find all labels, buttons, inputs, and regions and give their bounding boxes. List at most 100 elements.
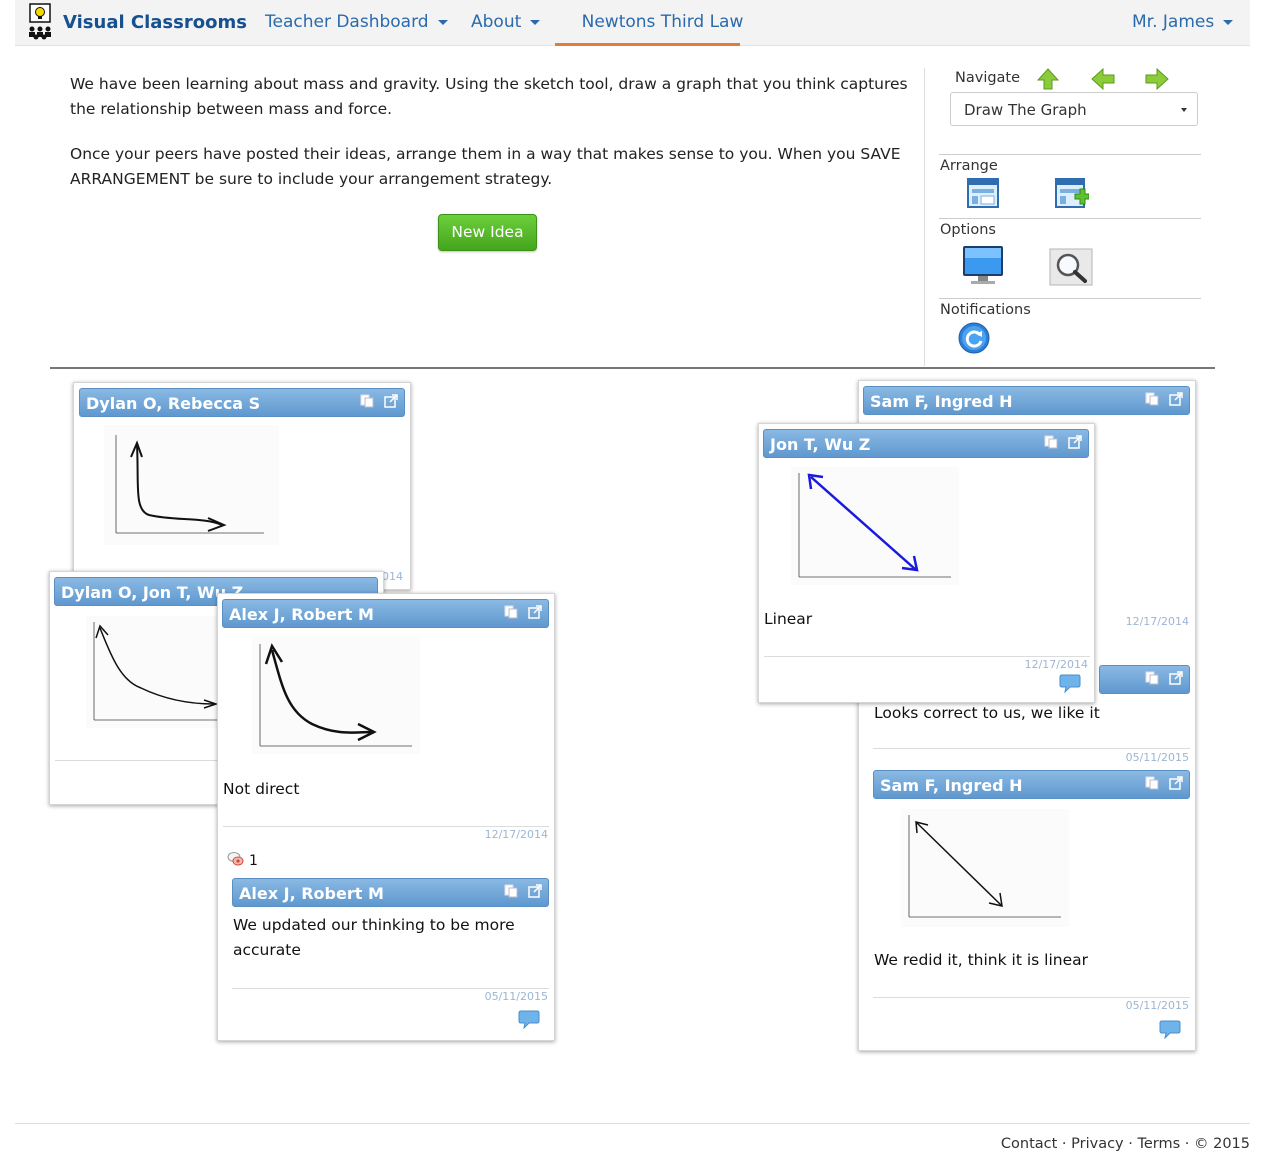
- speech-bubble-icon[interactable]: [1159, 1019, 1181, 1039]
- card-header-icons: [360, 394, 398, 408]
- card-separator: [223, 826, 549, 827]
- card-date: 12/17/2014: [1125, 615, 1189, 628]
- open-external-icon[interactable]: [1169, 392, 1183, 406]
- copy-icon[interactable]: [1145, 671, 1159, 685]
- card-separator: [232, 988, 549, 989]
- reply-header[interactable]: [1099, 665, 1190, 694]
- card-header[interactable]: Alex J, Robert M: [222, 599, 549, 628]
- card-header[interactable]: Sam F, Ingred H: [863, 386, 1190, 415]
- open-external-icon[interactable]: [384, 394, 398, 408]
- reply-header[interactable]: Sam F, Ingred H: [873, 770, 1190, 799]
- divider: [939, 218, 1201, 219]
- user-menu[interactable]: Mr. James: [1132, 0, 1234, 45]
- open-external-icon[interactable]: [528, 884, 542, 898]
- card-header-icons: [1044, 435, 1082, 449]
- copy-icon[interactable]: [1145, 392, 1159, 406]
- monitor-icon[interactable]: [961, 244, 1005, 286]
- caret-down-icon: [1223, 19, 1234, 25]
- divider: [939, 298, 1201, 299]
- nav-active-label: Newtons Third Law: [581, 12, 744, 32]
- sketch-graph: [104, 425, 279, 545]
- copy-icon[interactable]: [504, 884, 518, 898]
- reply-header-icons: [504, 884, 542, 898]
- instruction-paragraph-1: We have been learning about mass and gra…: [70, 75, 908, 118]
- open-external-icon[interactable]: [528, 605, 542, 619]
- instructions: We have been learning about mass and gra…: [70, 72, 910, 212]
- arrow-up-icon[interactable]: [1037, 68, 1059, 90]
- reply-header-icons: [1145, 671, 1183, 685]
- reply-date: 05/11/2015: [1125, 999, 1189, 1012]
- sketch-graph: [791, 467, 959, 585]
- reply-date: 05/11/2015: [484, 990, 548, 1003]
- notifications-label: Notifications: [940, 302, 1031, 318]
- arrange-layout-icon[interactable]: [967, 178, 999, 208]
- arrange-label: Arrange: [940, 158, 998, 174]
- footer-divider: [15, 1123, 1250, 1124]
- copy-icon[interactable]: [1145, 776, 1159, 790]
- instruction-paragraph-2: Once your peers have posted their ideas,…: [70, 145, 901, 188]
- card-title: Dylan O, Jon T, Wu Z: [61, 583, 244, 602]
- brand[interactable]: Visual Classrooms: [27, 2, 247, 42]
- new-idea-button[interactable]: New Idea: [438, 214, 537, 251]
- open-external-icon[interactable]: [1068, 435, 1082, 449]
- card-title: Jon T, Wu Z: [770, 435, 871, 454]
- divider: [939, 154, 1201, 155]
- open-external-icon[interactable]: [1169, 671, 1183, 685]
- activity-select-value: Draw The Graph: [964, 101, 1087, 119]
- open-external-icon[interactable]: [1169, 776, 1183, 790]
- select-caret-icon: [1181, 108, 1187, 112]
- sketch-graph: [252, 636, 420, 754]
- card-title: Dylan O, Rebecca S: [86, 394, 261, 413]
- speech-bubble-icon[interactable]: [1059, 673, 1081, 693]
- card-title: Alex J, Robert M: [229, 605, 374, 624]
- caret-down-icon: [530, 19, 541, 25]
- brand-name: Visual Classrooms: [63, 11, 247, 33]
- caret-down-icon: [437, 19, 448, 25]
- nav-about-label: About: [471, 12, 522, 32]
- side-panel: Navigate Draw The Graph Arrange Options: [924, 68, 1215, 366]
- card-separator: [873, 997, 1190, 998]
- card-header-icons: [1145, 392, 1183, 406]
- card-date: 12/17/2014: [1024, 658, 1088, 671]
- save-arrangement-icon[interactable]: [1055, 178, 1089, 210]
- reply-header[interactable]: Alex J, Robert M: [232, 878, 549, 907]
- main-divider: [50, 367, 1215, 369]
- nav-about[interactable]: About: [471, 0, 541, 45]
- card-header[interactable]: Jon T, Wu Z: [763, 429, 1089, 458]
- copy-icon[interactable]: [504, 605, 518, 619]
- nav-teacher-dashboard[interactable]: Teacher Dashboard: [265, 0, 448, 45]
- arrow-left-icon[interactable]: [1091, 68, 1115, 90]
- card-header-icons: [504, 605, 542, 619]
- comments-icon[interactable]: [227, 851, 245, 867]
- reply-header-icons: [1145, 776, 1183, 790]
- copy-icon[interactable]: [1044, 435, 1058, 449]
- reply-title: Alex J, Robert M: [239, 884, 384, 903]
- nav-teacher-dashboard-label: Teacher Dashboard: [265, 12, 429, 32]
- card-date: 12/17/2014: [484, 828, 548, 841]
- nav-newtons-third-law[interactable]: Newtons Third Law: [570, 0, 755, 45]
- card-header[interactable]: Dylan O, Rebecca S: [79, 388, 405, 417]
- logo-icon: [29, 3, 51, 40]
- reply-text: We updated our thinking to be more accur…: [233, 916, 515, 959]
- comment-count: 1: [249, 853, 258, 869]
- card-separator: [764, 656, 1090, 657]
- options-label: Options: [940, 222, 996, 238]
- idea-card[interactable]: Alex J, Robert M Not direct 12/17/2014 1…: [217, 593, 555, 1041]
- card-text: Linear: [764, 610, 813, 628]
- arrow-right-icon[interactable]: [1145, 68, 1169, 90]
- speech-bubble-icon[interactable]: [518, 1009, 540, 1029]
- card-date: 014: [382, 570, 403, 583]
- refresh-icon[interactable]: [958, 322, 990, 354]
- idea-card[interactable]: Dylan O, Rebecca S 014: [73, 382, 411, 590]
- magnifier-icon[interactable]: [1049, 248, 1093, 288]
- reply-text: We redid it, think it is linear: [874, 951, 1088, 969]
- card-separator: [873, 748, 1190, 749]
- user-name: Mr. James: [1132, 12, 1215, 32]
- reply-title: Sam F, Ingred H: [880, 776, 1023, 795]
- top-navbar: Visual Classrooms Teacher Dashboard Abou…: [15, 0, 1250, 46]
- footer-links[interactable]: Contact · Privacy · Terms · © 2015: [1001, 1136, 1250, 1152]
- copy-icon[interactable]: [360, 394, 374, 408]
- activity-select[interactable]: Draw The Graph: [950, 92, 1198, 126]
- navigate-label: Navigate: [955, 70, 1021, 86]
- idea-card[interactable]: Jon T, Wu Z Linear 12/17/2014: [758, 423, 1095, 703]
